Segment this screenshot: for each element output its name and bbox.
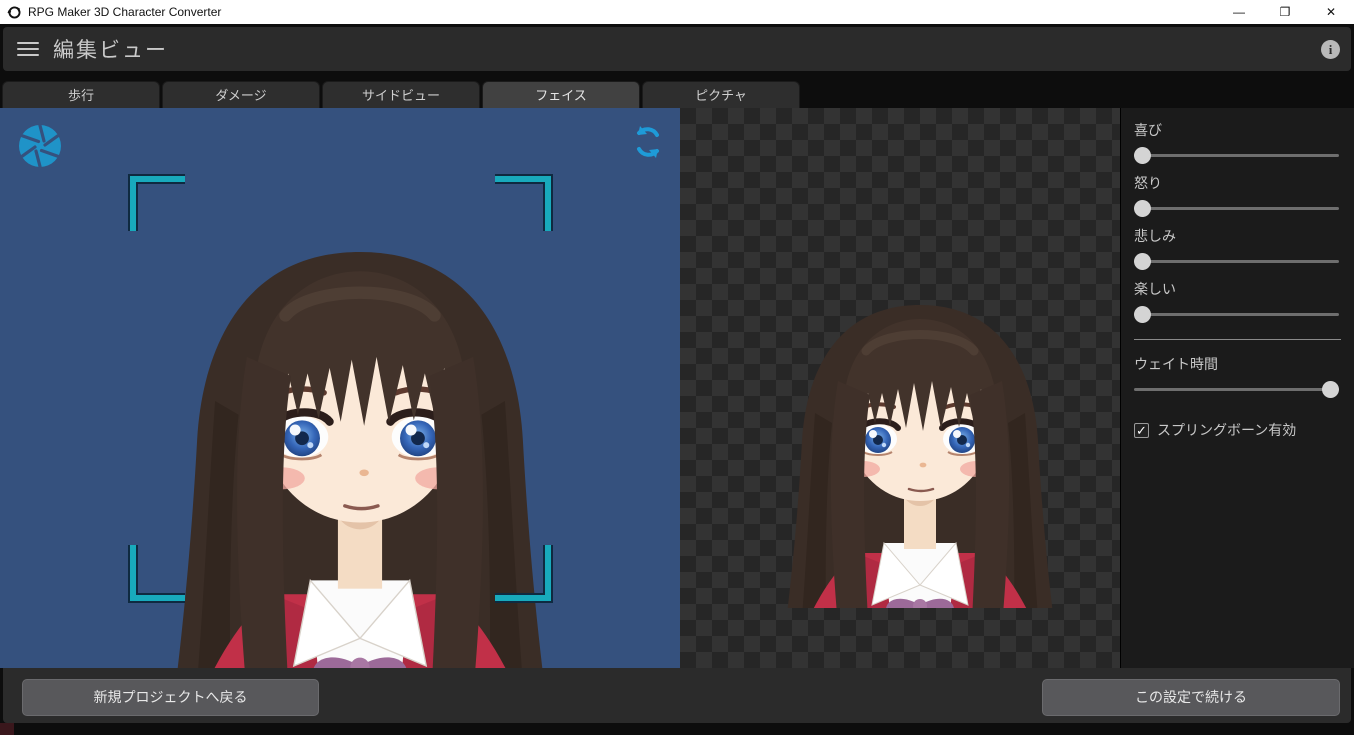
fun-slider[interactable] — [1134, 306, 1339, 323]
slider-label-fun: 楽しい — [1134, 279, 1338, 299]
slider-row-wait-time: ウェイト時間 — [1134, 354, 1338, 398]
wait-time-slider-thumb[interactable] — [1322, 381, 1339, 398]
app-header: 編集ビュー i — [3, 27, 1351, 71]
background-window-fragment — [0, 723, 14, 735]
tab-face[interactable]: フェイス — [482, 81, 640, 108]
rotate-icon[interactable] — [628, 122, 668, 162]
spring-bone-checkbox-row[interactable]: ✓ スプリングボーン有効 — [1134, 420, 1338, 440]
face-preview-panel — [680, 108, 1120, 668]
minimize-button[interactable]: — — [1216, 0, 1262, 24]
close-button[interactable]: ✕ — [1308, 0, 1354, 24]
footer-bar: 新規プロジェクトへ戻る この設定で続ける — [3, 668, 1351, 723]
anger-slider-thumb[interactable] — [1134, 200, 1151, 217]
sidebar-divider — [1134, 339, 1341, 340]
sadness-slider-thumb[interactable] — [1134, 253, 1151, 270]
slider-label-joy: 喜び — [1134, 120, 1338, 140]
slider-row-sadness: 悲しみ — [1134, 226, 1338, 270]
3d-viewport[interactable] — [0, 108, 680, 668]
page-title: 編集ビュー — [53, 34, 168, 64]
back-to-new-project-button[interactable]: 新規プロジェクトへ戻る — [22, 679, 319, 716]
joy-slider-thumb[interactable] — [1134, 147, 1151, 164]
spring-bone-label: スプリングボーン有効 — [1157, 420, 1296, 440]
window-title: RPG Maker 3D Character Converter — [28, 5, 221, 19]
info-icon[interactable]: i — [1321, 40, 1340, 59]
sidebar: 喜び 怒り 悲しみ 楽しい ウェイト時間 — [1120, 108, 1354, 668]
maximize-button[interactable]: ❐ — [1262, 0, 1308, 24]
slider-row-fun: 楽しい — [1134, 279, 1338, 323]
aperture-icon[interactable] — [18, 124, 62, 168]
tab-damage[interactable]: ダメージ — [162, 81, 320, 108]
app-icon — [7, 5, 22, 20]
slider-label-anger: 怒り — [1134, 173, 1338, 193]
main-content: 喜び 怒り 悲しみ 楽しい ウェイト時間 — [0, 108, 1354, 668]
joy-slider[interactable] — [1134, 147, 1339, 164]
continue-with-settings-button[interactable]: この設定で続ける — [1042, 679, 1340, 716]
sadness-slider[interactable] — [1134, 253, 1339, 270]
tab-bar: 歩行 ダメージ サイドビュー フェイス ピクチャ — [0, 71, 1354, 108]
tab-picture[interactable]: ピクチャ — [642, 81, 800, 108]
face-preview-image — [680, 108, 1120, 668]
character-model — [0, 108, 680, 668]
hamburger-icon[interactable] — [17, 38, 39, 60]
wait-time-slider[interactable] — [1134, 381, 1339, 398]
titlebar: RPG Maker 3D Character Converter — ❐ ✕ — [0, 0, 1354, 24]
tab-walk[interactable]: 歩行 — [2, 81, 160, 108]
anger-slider[interactable] — [1134, 200, 1339, 217]
fun-slider-thumb[interactable] — [1134, 306, 1151, 323]
bottom-strip — [0, 723, 1354, 735]
spring-bone-checkbox[interactable]: ✓ — [1134, 423, 1149, 438]
tab-sideview[interactable]: サイドビュー — [322, 81, 480, 108]
slider-row-joy: 喜び — [1134, 120, 1338, 164]
slider-row-anger: 怒り — [1134, 173, 1338, 217]
slider-label-wait-time: ウェイト時間 — [1134, 354, 1338, 374]
slider-label-sadness: 悲しみ — [1134, 226, 1338, 246]
